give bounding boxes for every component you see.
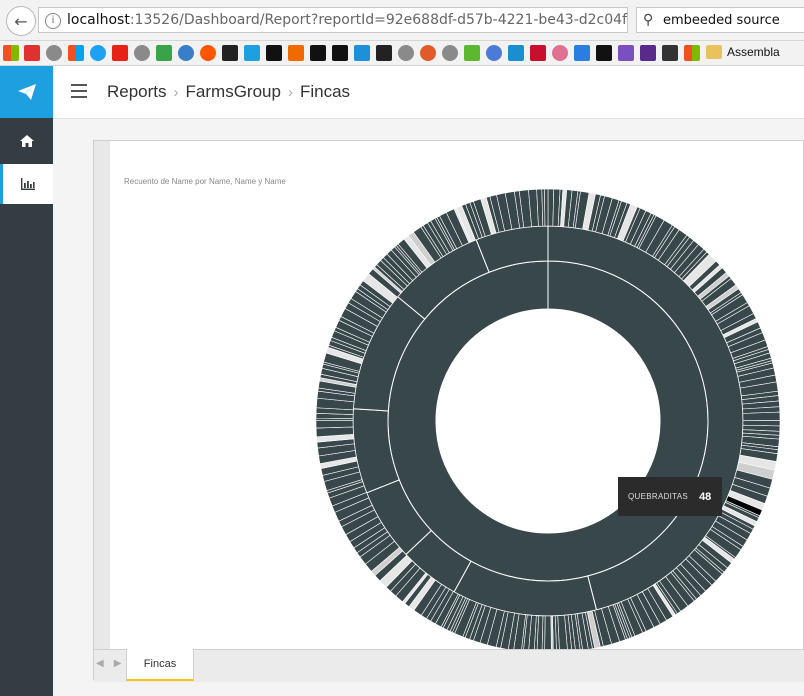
breadcrumb-farmsgroup[interactable]: FarmsGroup — [186, 82, 281, 102]
bookmark-q2-icon[interactable] — [332, 45, 348, 61]
info-icon[interactable]: i — [45, 13, 61, 29]
sunburst-segment-level3[interactable] — [544, 188, 549, 227]
bookmark-twitter-icon[interactable] — [90, 45, 106, 61]
sidebar — [0, 66, 53, 696]
bookmark-y-icon[interactable] — [354, 45, 370, 61]
breadcrumb-fincas: Fincas — [299, 82, 351, 101]
sidebar-item-reports[interactable] — [0, 164, 53, 204]
sunburst-chart[interactable] — [110, 141, 804, 649]
bookmark-fw-icon[interactable] — [266, 45, 282, 61]
tooltip-label: QUEBRADITAS — [628, 492, 689, 501]
search-icon: ⚲ — [643, 12, 654, 28]
bookmark-leaf-icon[interactable] — [464, 45, 480, 61]
breadcrumb-reports[interactable]: Reports — [107, 82, 167, 102]
breadcrumb: Reports › FarmsGroup › Fincas — [107, 82, 350, 102]
bookmark-windows-icon[interactable] — [68, 45, 84, 61]
home-icon — [19, 135, 34, 147]
app-header: Reports › FarmsGroup › Fincas — [53, 66, 804, 119]
sidebar-item-home[interactable] — [0, 118, 53, 164]
bookmark-orange-icon[interactable] — [288, 45, 304, 61]
url-path: :13526/Dashboard/Report?reportId=92e688d… — [129, 12, 628, 28]
bookmark-puzzle-icon[interactable] — [156, 45, 172, 61]
bookmark-shoe-icon[interactable] — [530, 45, 546, 61]
chevron-right-icon: › — [173, 83, 179, 101]
bookmark-arch-icon[interactable] — [508, 45, 524, 61]
sunburst-segment-level3[interactable] — [315, 420, 354, 429]
bookmark-globe-icon[interactable] — [46, 45, 62, 61]
bookmark-gauge-icon[interactable] — [178, 45, 194, 61]
chart-tooltip: QUEBRADITAS 48 — [618, 477, 722, 516]
bookmark-p2-icon[interactable] — [574, 45, 590, 61]
chevron-right-icon: › — [287, 83, 293, 101]
report-frame: Recuento de Name por Name, Name y Name ◀… — [93, 140, 804, 682]
bookmark-assembla[interactable]: Assembla — [727, 45, 780, 59]
bookmark-plus-icon[interactable] — [24, 45, 40, 61]
bookmark-globe-icon[interactable] — [398, 45, 414, 61]
browser-search-input[interactable]: ⚲ embeeded source — [636, 7, 804, 33]
sunburst-segment-level3[interactable] — [544, 615, 552, 649]
url-host: localhost — [67, 12, 130, 28]
bookmark-reddit-icon[interactable] — [200, 45, 216, 61]
bookmarks-bar: Assembla — [0, 41, 804, 66]
address-bar[interactable]: i localhost:13526/Dashboard/Report?repor… — [38, 7, 654, 33]
bar-chart-icon — [21, 178, 35, 190]
bookmark-p-icon[interactable] — [420, 45, 436, 61]
back-button[interactable]: ← — [6, 6, 36, 36]
menu-icon[interactable] — [71, 84, 87, 98]
url-text: localhost:13526/Dashboard/Report?reportI… — [67, 12, 627, 28]
paper-plane-icon — [17, 84, 36, 100]
bookmark-google-icon[interactable] — [486, 45, 502, 61]
bookmark-youtube-icon[interactable] — [112, 45, 128, 61]
report-left-margin — [94, 141, 110, 649]
folder-icon[interactable] — [706, 45, 722, 59]
bookmark-flower-icon[interactable] — [552, 45, 568, 61]
bookmark-x-icon[interactable] — [376, 45, 392, 61]
bookmark-net-icon[interactable] — [640, 45, 656, 61]
bookmark-dark-icon[interactable] — [662, 45, 678, 61]
page-tabs-bar: ◀▶ Fincas — [94, 649, 804, 682]
bookmark-h-icon[interactable] — [618, 45, 634, 61]
sunburst-segment-level3[interactable] — [742, 411, 781, 421]
bookmark-butterfly-icon[interactable] — [222, 45, 238, 61]
tab-fincas[interactable]: Fincas — [126, 649, 194, 681]
bookmark-m-icon[interactable] — [244, 45, 260, 61]
bookmark-windows2-icon[interactable] — [684, 45, 700, 61]
bookmark-globe-icon[interactable] — [442, 45, 458, 61]
browser-toolbar: ← i localhost:13526/Dashboard/Report?rep… — [0, 0, 804, 41]
bookmark-m2-icon[interactable] — [596, 45, 612, 61]
app-logo[interactable] — [0, 66, 53, 118]
bookmark-microsoft-icon[interactable] — [3, 45, 19, 61]
bookmark-globe-icon[interactable] — [134, 45, 150, 61]
browser-search-text: embeeded source — [663, 13, 780, 28]
sunburst-segment-level1[interactable] — [387, 260, 709, 582]
bookmark-q-icon[interactable] — [310, 45, 326, 61]
tooltip-value: 48 — [699, 490, 712, 503]
